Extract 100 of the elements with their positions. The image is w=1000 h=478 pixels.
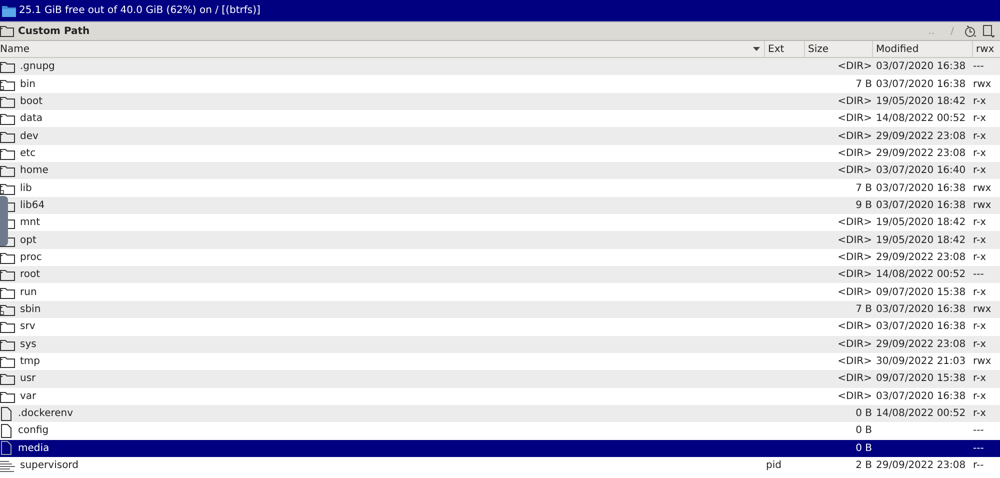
file-name: lib (20, 182, 32, 194)
column-header[interactable]: Ext (768, 44, 784, 54)
file-row[interactable]: data <DIR> 14/08/2022 00:52 r-x (0, 110, 1000, 128)
file-row[interactable]: var <DIR> 03/07/2020 16:38 r-x (0, 388, 1000, 405)
file-size: <DIR> (836, 321, 872, 332)
permissions: r-x (972, 373, 987, 384)
file-size: 7 B (854, 78, 872, 90)
folder-link-icon (0, 78, 15, 91)
modified-date: 03/07/2020 16:40 (876, 165, 966, 176)
file-row[interactable]: usr <DIR> 09/07/2020 15:38 r-x (0, 370, 1000, 388)
modified-date: 19/05/2020 18:42 (876, 217, 966, 228)
modified-date: 09/07/2020 15:38 (876, 286, 966, 298)
modified-date: 30/09/2022 21:03 (876, 356, 966, 368)
file-size: 0 B (854, 425, 872, 436)
permissions: rwx (972, 304, 992, 315)
modified-date: 09/07/2020 15:38 (876, 373, 966, 384)
folder-icon (0, 268, 15, 282)
folder-icon (0, 250, 15, 264)
file-name: config (18, 425, 49, 436)
folder-icon (2, 4, 16, 16)
file-row[interactable]: root <DIR> 14/08/2022 00:52 --- (0, 266, 1000, 284)
file-row[interactable]: .dockerenv 0 B 14/08/2022 00:52 r-x (0, 404, 1000, 422)
file-size: <DIR> (836, 234, 872, 246)
file-row[interactable]: dev <DIR> 29/09/2022 23:08 r-x (0, 127, 1000, 145)
modified-date: 29/09/2022 23:08 (876, 338, 966, 350)
file-name: dev (20, 130, 38, 142)
file-size: <DIR> (836, 269, 872, 280)
permissions: r-x (972, 338, 987, 350)
file-name: run (20, 286, 37, 298)
folder-icon (0, 164, 15, 178)
file-name: .dockerenv (18, 408, 74, 420)
modified-date: 14/08/2022 00:52 (876, 269, 966, 280)
folder-icon (0, 320, 15, 334)
folder-icon (0, 286, 15, 299)
column-header[interactable]: rwx (976, 44, 994, 54)
file-name: media (18, 442, 50, 454)
file-name: etc (20, 148, 36, 159)
column-header[interactable]: Size (808, 44, 829, 54)
file-name: var (20, 390, 36, 402)
modified-date: 03/07/2020 16:38 (876, 61, 966, 72)
permissions: r-x (972, 390, 987, 402)
folder-icon (0, 338, 15, 351)
column-header[interactable]: Name (0, 44, 30, 54)
file-name: bin (20, 78, 36, 90)
file-row[interactable]: media 0 B --- (0, 440, 1000, 457)
permissions: --- (972, 425, 985, 436)
file-size: <DIR> (836, 130, 872, 142)
file-size: <DIR> (836, 96, 872, 107)
modified-date: 03/07/2020 16:38 (876, 182, 966, 194)
permissions: rwx (972, 356, 992, 368)
file-size: <DIR> (836, 217, 872, 228)
file-size: 0 B (854, 408, 872, 420)
file-name: sys (20, 338, 36, 350)
history-icon[interactable] (964, 24, 978, 38)
modified-date: 29/09/2022 23:08 (876, 130, 966, 142)
file-row[interactable]: .gnupg <DIR> 03/07/2020 16:38 --- (0, 58, 1000, 76)
file-size: 0 B (854, 442, 872, 454)
permissions: --- (972, 442, 985, 454)
file-name: boot (20, 96, 43, 107)
file-name: root (20, 269, 40, 280)
modified-date: 29/09/2022 23:08 (876, 460, 966, 472)
permissions: --- (972, 61, 985, 72)
file-size: 2 B (854, 460, 872, 472)
modified-date: 29/09/2022 23:08 (876, 252, 966, 263)
column-header[interactable]: Modified (876, 44, 919, 54)
file-row[interactable]: sbin 7 B 03/07/2020 16:38 rwx (0, 300, 1000, 318)
file-icon (0, 424, 13, 438)
bookmark-icon[interactable] (982, 24, 996, 38)
file-name: tmp (20, 356, 40, 368)
file-name: opt (20, 234, 36, 246)
file-row[interactable]: opt <DIR> 19/05/2020 18:42 r-x (0, 231, 1000, 249)
permissions: --- (972, 269, 985, 280)
modified-date: 19/05/2020 18:42 (876, 96, 966, 107)
file-name: data (20, 113, 43, 124)
folder-icon (0, 355, 15, 368)
folder-icon (0, 130, 15, 143)
file-row[interactable]: boot <DIR> 19/05/2020 18:42 r-x (0, 92, 1000, 110)
file-icon (0, 406, 13, 421)
folder-link-icon (0, 302, 15, 316)
file-name: usr (20, 373, 36, 384)
file-size: <DIR> (836, 148, 872, 159)
file-name: .gnupg (20, 61, 55, 72)
file-name: home (20, 165, 48, 176)
text-file-icon (0, 460, 15, 472)
sort-arrow-icon (753, 47, 760, 51)
modified-date: 14/08/2022 00:52 (876, 408, 966, 420)
permissions: rwx (972, 78, 992, 90)
folder-icon (0, 372, 15, 386)
file-row[interactable]: etc <DIR> 29/09/2022 23:08 r-x (0, 144, 1000, 162)
file-row[interactable]: sys <DIR> 29/09/2022 23:08 r-x (0, 336, 1000, 353)
permissions: r-x (972, 286, 987, 298)
modified-date: 03/07/2020 16:38 (876, 304, 966, 315)
file-row[interactable]: home <DIR> 03/07/2020 16:40 r-x (0, 162, 1000, 180)
file-name: supervisord (20, 460, 78, 472)
folder-icon (0, 25, 14, 37)
file-name: srv (20, 321, 36, 332)
folder-icon (0, 94, 15, 108)
permissions: rwx (972, 200, 992, 211)
file-extension: pid (766, 460, 782, 472)
file-size: <DIR> (836, 165, 872, 176)
